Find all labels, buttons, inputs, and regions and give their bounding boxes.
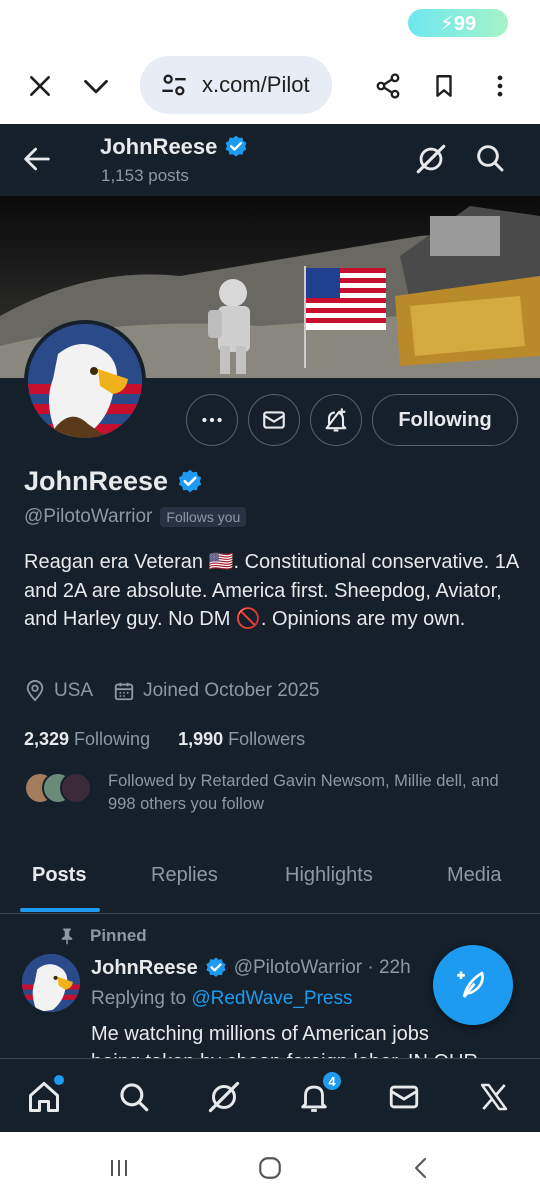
profile-handle: @PilotoWarrior xyxy=(24,506,153,527)
post-author[interactable]: JohnReese xyxy=(91,957,198,980)
following-count: 2,329 xyxy=(24,729,70,749)
chevron-down-icon[interactable] xyxy=(78,68,114,104)
status-bar: ⚡99 xyxy=(0,0,540,48)
location: USA xyxy=(24,680,93,702)
notifications-badge: 4 xyxy=(322,1071,342,1091)
mail-icon xyxy=(389,1085,419,1109)
post-avatar[interactable] xyxy=(22,954,80,1012)
verified-badge-icon xyxy=(206,957,226,977)
tab-posts[interactable]: Posts xyxy=(32,864,86,887)
more-icon xyxy=(202,417,222,423)
nav-messages[interactable] xyxy=(384,1077,424,1117)
post-text-line: Me watching millions of American jobs xyxy=(91,1023,429,1045)
replying-to: Replying to @RedWave_Press xyxy=(91,988,352,1010)
share-icon[interactable] xyxy=(370,68,406,104)
system-nav-bar xyxy=(0,1132,540,1200)
active-tab-indicator xyxy=(20,908,100,912)
tab-highlights[interactable]: Highlights xyxy=(285,864,373,887)
post-header: JohnReese @PilotoWarrior · 22h xyxy=(91,956,411,980)
profile-bio: Reagan era Veteran 🇺🇸. Constitutional co… xyxy=(24,551,519,630)
followers-label: Followers xyxy=(228,729,306,749)
following-count-link[interactable]: 2,329 Following xyxy=(24,729,150,750)
header-name: JohnReese xyxy=(100,134,218,159)
x-logo-icon xyxy=(480,1083,508,1111)
pin-icon xyxy=(61,928,73,945)
message-button[interactable] xyxy=(248,394,300,446)
bell-plus-icon xyxy=(325,408,347,432)
search-icon[interactable] xyxy=(474,142,510,178)
follow-counts: 2,329 Following 1,990 Followers xyxy=(24,729,305,750)
tab-replies[interactable]: Replies xyxy=(151,864,218,887)
mail-icon xyxy=(263,411,285,429)
home-button-icon[interactable] xyxy=(255,1154,285,1182)
nav-search[interactable] xyxy=(114,1077,154,1117)
followers-count: 1,990 xyxy=(178,729,224,749)
following-button[interactable]: Following xyxy=(372,394,518,446)
post-text[interactable]: Me watching millions of American jobs be… xyxy=(91,1020,511,1058)
eagle-avatar-image xyxy=(28,324,142,438)
replying-to-link[interactable]: @RedWave_Press xyxy=(191,988,352,1009)
join-date: Joined October 2025 xyxy=(113,680,319,702)
followed-by-text: Followed by Retarded Gavin Newsom, Milli… xyxy=(108,772,499,813)
profile-header: JohnReese 1,153 posts xyxy=(0,124,540,196)
back-icon[interactable] xyxy=(406,1154,436,1182)
replying-prefix: Replying to xyxy=(91,988,187,1009)
following-label: Following xyxy=(74,729,151,749)
nav-notifications[interactable]: 4 xyxy=(294,1071,342,1117)
pinned-label: Pinned xyxy=(90,926,147,945)
nav-home[interactable] xyxy=(24,1075,64,1117)
follows-you-badge: Follows you xyxy=(160,507,247,527)
mutual-avatars xyxy=(24,772,92,806)
profile-name: JohnReese xyxy=(24,466,204,497)
profile-tabs: Posts Replies Highlights Media xyxy=(0,850,540,914)
handle-row: @PilotoWarrior Follows you xyxy=(24,506,247,528)
new-content-dot xyxy=(54,1075,64,1085)
compose-icon xyxy=(457,971,484,998)
followers-count-link[interactable]: 1,990 Followers xyxy=(178,729,305,750)
url-bar[interactable]: x.com/Pilot xyxy=(140,56,332,114)
search-icon xyxy=(120,1083,149,1112)
recents-icon[interactable] xyxy=(104,1154,134,1182)
display-name: JohnReese xyxy=(24,466,169,496)
bottom-nav: 4 xyxy=(0,1058,540,1132)
header-title: JohnReese xyxy=(100,134,249,160)
url-text: x.com/Pilot xyxy=(202,72,310,97)
compose-button[interactable] xyxy=(433,945,513,1025)
site-settings-icon[interactable] xyxy=(160,71,188,99)
back-arrow-icon[interactable] xyxy=(20,142,56,178)
profile-meta: USA Joined October 2025 xyxy=(24,680,319,702)
location-icon xyxy=(26,680,44,702)
grok-icon[interactable] xyxy=(414,142,450,178)
more-options-button[interactable] xyxy=(186,394,238,446)
verified-badge-icon xyxy=(178,469,202,492)
join-date-text: Joined October 2025 xyxy=(143,680,320,701)
avatar xyxy=(60,772,92,804)
browser-menu-icon[interactable] xyxy=(482,68,518,104)
post-text-cut: being taken by cheap foreign labor. IN O… xyxy=(91,1048,511,1058)
post-handle-time: @PilotoWarrior · 22h xyxy=(233,957,411,978)
nav-grok[interactable] xyxy=(204,1077,244,1117)
grok-icon xyxy=(208,1081,240,1113)
bookmark-icon[interactable] xyxy=(426,68,462,104)
followed-by[interactable]: Followed by Retarded Gavin Newsom, Milli… xyxy=(24,770,528,816)
nav-x[interactable] xyxy=(474,1077,514,1117)
pinned-indicator: Pinned xyxy=(58,926,147,946)
verified-badge-icon xyxy=(225,135,247,157)
close-icon[interactable] xyxy=(22,68,58,104)
profile-avatar[interactable] xyxy=(24,320,146,442)
battery-indicator: ⚡99 xyxy=(408,9,508,37)
posts-count: 1,153 posts xyxy=(101,166,189,185)
calendar-icon xyxy=(114,682,134,701)
browser-toolbar: x.com/Pilot xyxy=(0,48,540,124)
eagle-avatar-image xyxy=(22,954,80,1012)
location-text: USA xyxy=(54,680,94,701)
tab-media[interactable]: Media xyxy=(447,864,501,887)
notify-button[interactable] xyxy=(310,394,362,446)
